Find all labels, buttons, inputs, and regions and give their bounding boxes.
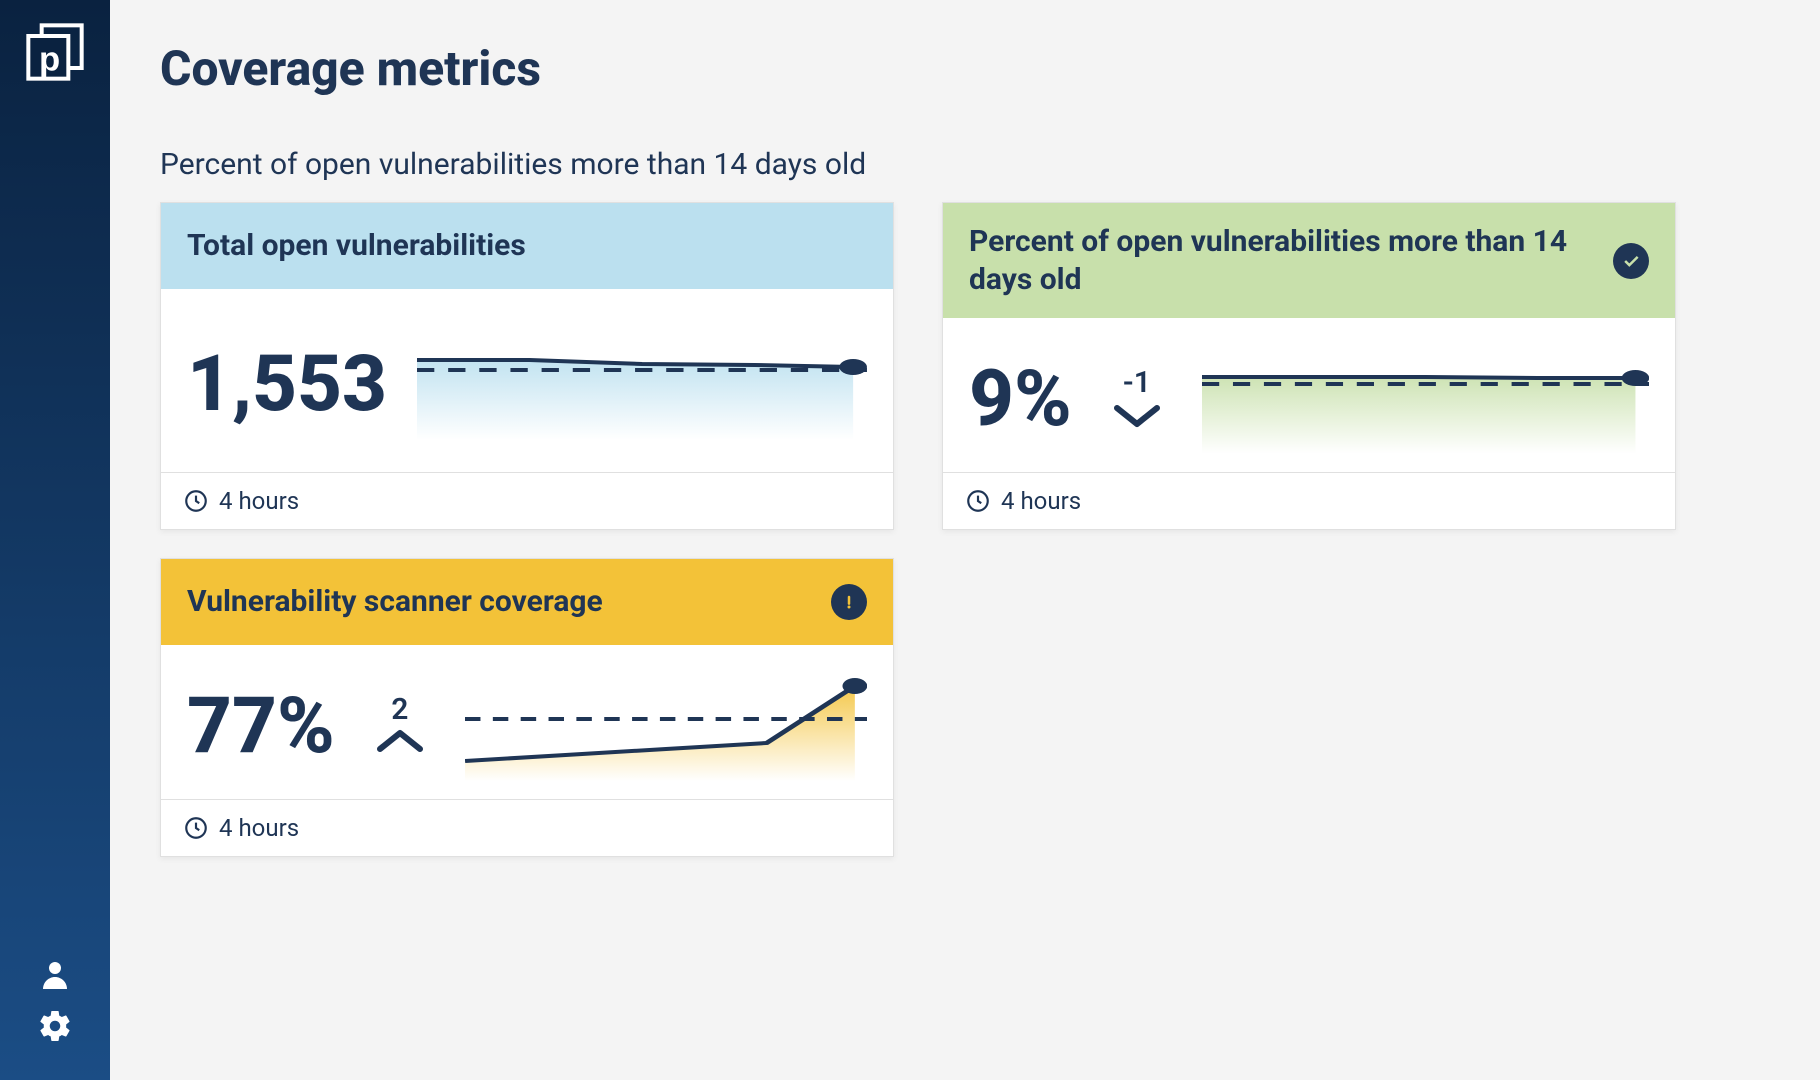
clock-icon <box>965 488 991 514</box>
card-body: 9% -1 <box>943 318 1675 472</box>
cards-grid: Total open vulnerabilities 1,553 <box>160 202 1770 857</box>
card-footer: 4 hours <box>161 472 893 529</box>
trend-value: -1 <box>1123 368 1151 398</box>
card-percent-open-vulnerabilities-14-days[interactable]: Percent of open vulnerabilities more tha… <box>942 202 1676 530</box>
trend-indicator: -1 <box>1102 368 1172 430</box>
svg-text:p: p <box>39 41 60 79</box>
clock-icon <box>183 815 209 841</box>
metric-value: 77% <box>187 681 335 772</box>
card-title: Total open vulnerabilities <box>187 227 526 265</box>
trend-indicator: 2 <box>365 695 435 757</box>
clock-icon <box>183 488 209 514</box>
user-icon[interactable] <box>37 956 73 992</box>
card-body: 1,553 <box>161 289 893 472</box>
page-title: Coverage metrics <box>160 40 1770 97</box>
status-check-badge <box>1613 243 1649 279</box>
chevron-up-icon <box>374 727 426 757</box>
card-total-open-vulnerabilities[interactable]: Total open vulnerabilities 1,553 <box>160 202 894 530</box>
metric-value: 9% <box>969 354 1072 445</box>
section-subtitle: Percent of open vulnerabilities more tha… <box>160 147 1770 182</box>
app-logo[interactable]: p <box>23 20 87 84</box>
card-footer: 4 hours <box>943 472 1675 529</box>
card-footer-text: 4 hours <box>219 814 299 842</box>
chevron-down-icon <box>1111 400 1163 430</box>
card-title: Vulnerability scanner coverage <box>187 583 603 621</box>
main-content: Coverage metrics Percent of open vulnera… <box>110 0 1820 1080</box>
card-footer: 4 hours <box>161 799 893 856</box>
metric-value: 1,553 <box>187 339 387 430</box>
status-alert-badge <box>831 584 867 620</box>
trend-value: 2 <box>391 695 408 725</box>
card-body: 77% 2 <box>161 645 893 799</box>
alert-icon <box>839 592 859 612</box>
sparkline <box>465 671 867 781</box>
card-vulnerability-scanner-coverage[interactable]: Vulnerability scanner coverage 77% 2 <box>160 558 894 857</box>
card-header: Total open vulnerabilities <box>161 203 893 289</box>
card-footer-text: 4 hours <box>1001 487 1081 515</box>
card-header: Percent of open vulnerabilities more tha… <box>943 203 1675 318</box>
card-footer-text: 4 hours <box>219 487 299 515</box>
gear-icon[interactable] <box>37 1008 73 1044</box>
card-header: Vulnerability scanner coverage <box>161 559 893 645</box>
check-icon <box>1621 251 1641 271</box>
sparkline <box>1202 344 1649 454</box>
sidebar: p <box>0 0 110 1080</box>
sparkline <box>417 330 867 440</box>
card-title: Percent of open vulnerabilities more tha… <box>969 223 1595 298</box>
